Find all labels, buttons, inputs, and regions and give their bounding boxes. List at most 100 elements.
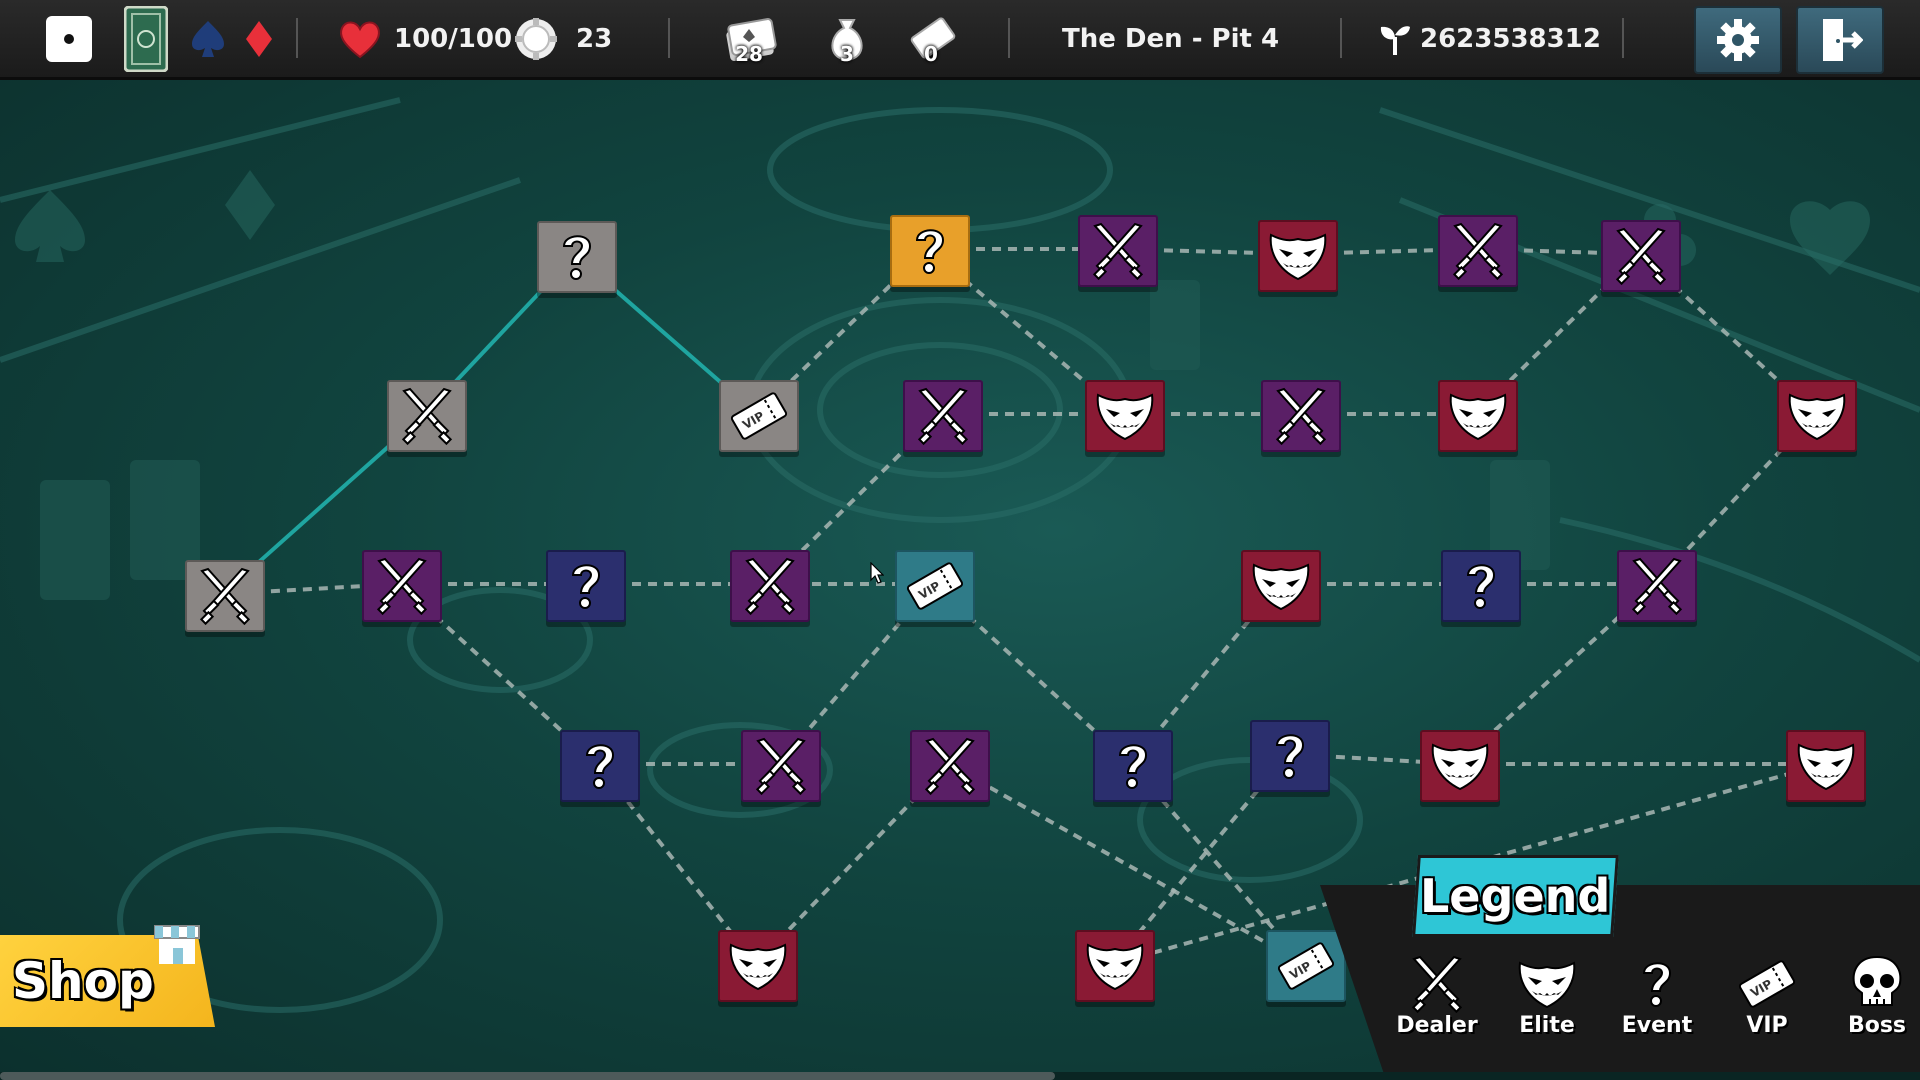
swords-icon <box>371 555 433 617</box>
map-node-elite[interactable] <box>1786 730 1866 802</box>
chips-display: 23 <box>514 0 612 77</box>
storefront-icon <box>154 925 200 964</box>
gear-icon <box>1717 19 1759 61</box>
legend-title-banner: Legend <box>1412 855 1619 937</box>
legend-item-vip: VIP <box>1717 953 1817 1038</box>
mask-icon <box>1795 735 1857 797</box>
map-node-visited[interactable] <box>185 560 265 632</box>
divider <box>668 18 670 58</box>
legend-item-boss: Boss <box>1827 953 1920 1038</box>
divider <box>1008 18 1010 58</box>
swords-icon <box>1270 385 1332 447</box>
map-node-elite[interactable] <box>1241 550 1321 622</box>
map-node-visited[interactable] <box>719 380 799 452</box>
map-node-elite[interactable] <box>1075 930 1155 1002</box>
map-node-dealer[interactable] <box>741 730 821 802</box>
swords-icon <box>1610 225 1672 287</box>
health-value: 100/100 <box>394 23 513 54</box>
map-node-dealer[interactable] <box>1601 220 1681 292</box>
map-node-vip[interactable] <box>1266 930 1346 1002</box>
question-icon <box>546 226 608 288</box>
exit-button[interactable] <box>1796 6 1884 74</box>
swords-icon <box>919 735 981 797</box>
question-icon <box>1626 953 1688 1015</box>
legend-item-elite: Elite <box>1497 953 1597 1038</box>
map-node-elite[interactable] <box>1420 730 1500 802</box>
swords-icon <box>912 385 974 447</box>
map-node-elite[interactable] <box>718 930 798 1002</box>
ticket-count: 0 <box>924 41 938 66</box>
map-node-vip[interactable] <box>895 550 975 622</box>
chips-value: 23 <box>576 23 613 54</box>
mask-icon <box>1250 555 1312 617</box>
mask-icon <box>1429 735 1491 797</box>
map-node-dealer[interactable] <box>1438 215 1518 287</box>
seed-value: 2623538312 <box>1420 23 1601 54</box>
legend-item-dealer: Dealer <box>1387 953 1487 1038</box>
settings-button[interactable] <box>1694 6 1782 74</box>
deck-stat[interactable]: 28 <box>724 0 777 77</box>
vip-ticket-icon <box>1736 953 1798 1015</box>
divider <box>1340 18 1342 58</box>
question-icon <box>1450 555 1512 617</box>
question-icon <box>899 220 961 282</box>
map-node-event[interactable] <box>546 550 626 622</box>
swords-icon <box>1406 953 1468 1015</box>
health-display: 100/100 <box>338 0 512 77</box>
mask-icon <box>1447 385 1509 447</box>
legend-label: Dealer <box>1396 1013 1478 1038</box>
map-node-dealer[interactable] <box>903 380 983 452</box>
swords-icon <box>396 385 458 447</box>
map-node-dealer[interactable] <box>1078 215 1158 287</box>
map-node-visited[interactable] <box>387 380 467 452</box>
divider <box>296 18 298 58</box>
map-node-dealer[interactable] <box>362 550 442 622</box>
swords-icon <box>1087 220 1149 282</box>
map-node-dealer[interactable] <box>1261 380 1341 452</box>
legend-label: Boss <box>1847 1013 1907 1038</box>
mask-icon <box>1786 385 1848 447</box>
vip-ticket-icon <box>728 385 790 447</box>
map-node-elite[interactable] <box>1258 220 1338 292</box>
card-deck-icon[interactable] <box>124 0 168 77</box>
map-node-elite[interactable] <box>1777 380 1857 452</box>
map-node-event[interactable] <box>560 730 640 802</box>
die-icon[interactable] <box>44 0 94 77</box>
map-node-current[interactable] <box>890 215 970 287</box>
swords-icon <box>739 555 801 617</box>
divider <box>1622 18 1624 58</box>
legend-item-event: Event <box>1607 953 1707 1038</box>
diamond-suit-icon <box>244 0 274 77</box>
bag-count: 3 <box>840 41 854 66</box>
swords-icon <box>1447 220 1509 282</box>
map-node-event[interactable] <box>1441 550 1521 622</box>
sprout-icon <box>1380 25 1410 55</box>
legend-title: Legend <box>1420 869 1611 923</box>
legend-label: Event <box>1621 1013 1693 1038</box>
map-node-dealer[interactable] <box>1617 550 1697 622</box>
map-scrollbar[interactable] <box>0 1072 1920 1080</box>
mouse-cursor-icon <box>870 562 884 584</box>
map-node-dealer[interactable] <box>910 730 990 802</box>
scrollbar-thumb[interactable] <box>0 1072 1055 1080</box>
bag-stat[interactable]: 3 <box>822 0 872 77</box>
question-icon <box>1259 725 1321 787</box>
ticket-stat[interactable]: 0 <box>906 0 956 77</box>
spade-suit-icon <box>190 0 226 77</box>
map-node-elite[interactable] <box>1085 380 1165 452</box>
mask-icon <box>727 935 789 997</box>
map-node-visited[interactable] <box>537 221 617 293</box>
question-icon <box>569 735 631 797</box>
vip-ticket-icon <box>904 555 966 617</box>
legend-label: Elite <box>1519 1013 1575 1038</box>
seed-display: 2623538312 <box>1378 0 1601 77</box>
map-node-event[interactable] <box>1250 720 1330 792</box>
map-node-elite[interactable] <box>1438 380 1518 452</box>
map-node-dealer[interactable] <box>730 550 810 622</box>
heart-icon <box>340 21 380 58</box>
skull-icon <box>1846 953 1908 1015</box>
legend-label: VIP <box>1746 1013 1788 1038</box>
vip-ticket-icon <box>1275 935 1337 997</box>
question-icon <box>555 555 617 617</box>
map-node-event[interactable] <box>1093 730 1173 802</box>
